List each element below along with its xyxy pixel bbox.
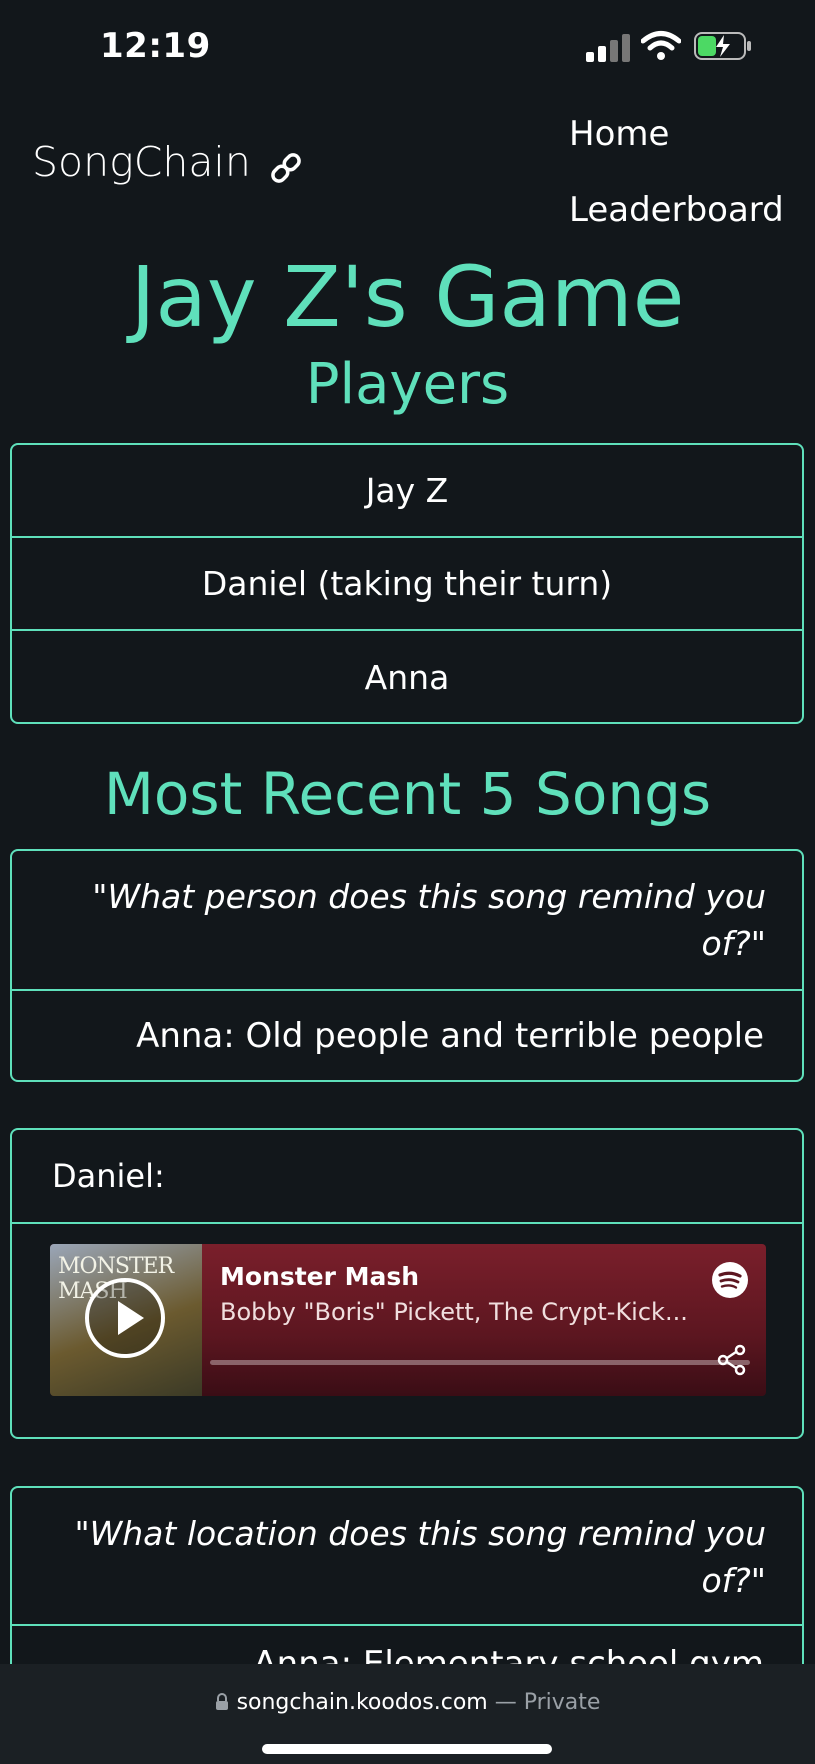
players-list: Jay Z Daniel (taking their turn) Anna bbox=[10, 443, 804, 724]
song-question: "What location does this song remind you… bbox=[12, 1488, 802, 1626]
song-question: "What person does this song remind you o… bbox=[12, 851, 802, 991]
page-title: Jay Z's Game bbox=[130, 248, 685, 346]
song-card: "What person does this song remind you o… bbox=[10, 849, 804, 1082]
status-bar: 12:19 bbox=[0, 0, 815, 95]
brand-logo[interactable]: SongChain bbox=[32, 138, 251, 186]
home-indicator[interactable] bbox=[262, 1744, 552, 1754]
track-progress-bar[interactable] bbox=[210, 1360, 750, 1365]
nav-leaderboard-link[interactable]: Leaderboard bbox=[569, 172, 784, 248]
song-card: Daniel: MONSTER MASH Monster Mash Bobby … bbox=[10, 1128, 804, 1439]
track-title[interactable]: Monster Mash bbox=[220, 1262, 419, 1291]
spotify-embed-container: MONSTER MASH Monster Mash Bobby "Boris" … bbox=[12, 1224, 802, 1437]
share-icon[interactable] bbox=[716, 1344, 748, 1376]
song-answer: Anna: Old people and terrible people bbox=[136, 1015, 764, 1056]
battery-charging-icon bbox=[694, 32, 751, 60]
album-art: MONSTER MASH bbox=[50, 1244, 202, 1396]
cellular-signal-icon bbox=[586, 32, 630, 62]
player-row: Anna bbox=[364, 658, 450, 697]
nav-home-link[interactable]: Home bbox=[569, 96, 784, 172]
url-display[interactable]: songchain.koodos.com — Private bbox=[0, 1690, 815, 1715]
brand-name: SongChain bbox=[32, 138, 251, 186]
spotify-embed[interactable]: MONSTER MASH Monster Mash Bobby "Boris" … bbox=[50, 1244, 766, 1396]
status-time: 12:19 bbox=[100, 26, 211, 66]
link-icon bbox=[271, 153, 301, 183]
spotify-icon[interactable] bbox=[712, 1262, 748, 1298]
player-row: Jay Z bbox=[12, 445, 802, 538]
wifi-icon bbox=[641, 31, 681, 60]
players-heading: Players bbox=[305, 352, 510, 417]
song-poster: Daniel: bbox=[12, 1130, 802, 1224]
url-separator: — bbox=[494, 1690, 517, 1715]
main-nav: Home Leaderboard bbox=[569, 96, 784, 248]
browser-address-bar[interactable]: songchain.koodos.com — Private bbox=[0, 1664, 815, 1764]
private-mode-label: Private bbox=[523, 1690, 601, 1715]
player-row: Daniel (taking their turn) bbox=[12, 538, 802, 631]
track-artist[interactable]: Bobby "Boris" Pickett, The Crypt-Kick... bbox=[220, 1298, 688, 1326]
lock-icon bbox=[215, 1693, 228, 1710]
url-text: songchain.koodos.com bbox=[236, 1690, 488, 1715]
play-button[interactable] bbox=[85, 1278, 165, 1358]
recent-songs-heading: Most Recent 5 Songs bbox=[103, 760, 712, 828]
